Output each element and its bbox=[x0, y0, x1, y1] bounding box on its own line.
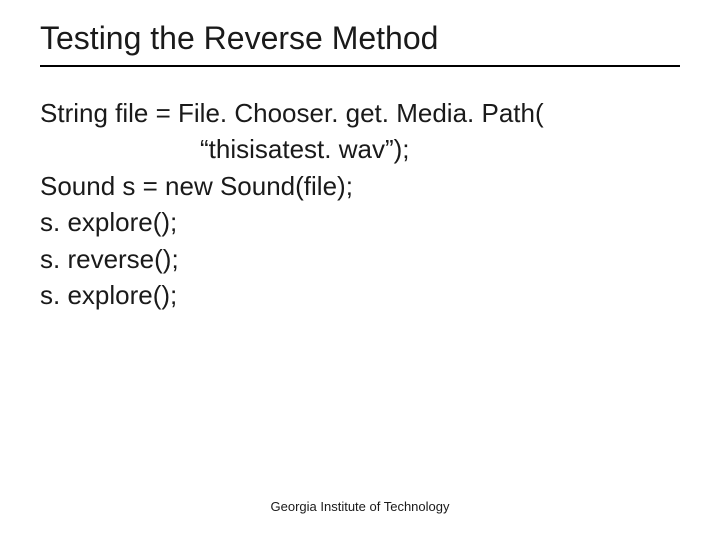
slide-title: Testing the Reverse Method bbox=[40, 20, 680, 67]
slide-content: String file = File. Chooser. get. Media.… bbox=[40, 95, 680, 313]
slide-container: Testing the Reverse Method String file =… bbox=[0, 0, 720, 540]
code-line-3: Sound s = new Sound(file); bbox=[40, 168, 680, 204]
code-line-5: s. reverse(); bbox=[40, 241, 680, 277]
code-line-1: String file = File. Chooser. get. Media.… bbox=[40, 95, 680, 131]
code-line-4: s. explore(); bbox=[40, 204, 680, 240]
code-line-6: s. explore(); bbox=[40, 277, 680, 313]
code-line-2: “thisisatest. wav”); bbox=[40, 131, 680, 167]
footer-text: Georgia Institute of Technology bbox=[0, 499, 720, 514]
